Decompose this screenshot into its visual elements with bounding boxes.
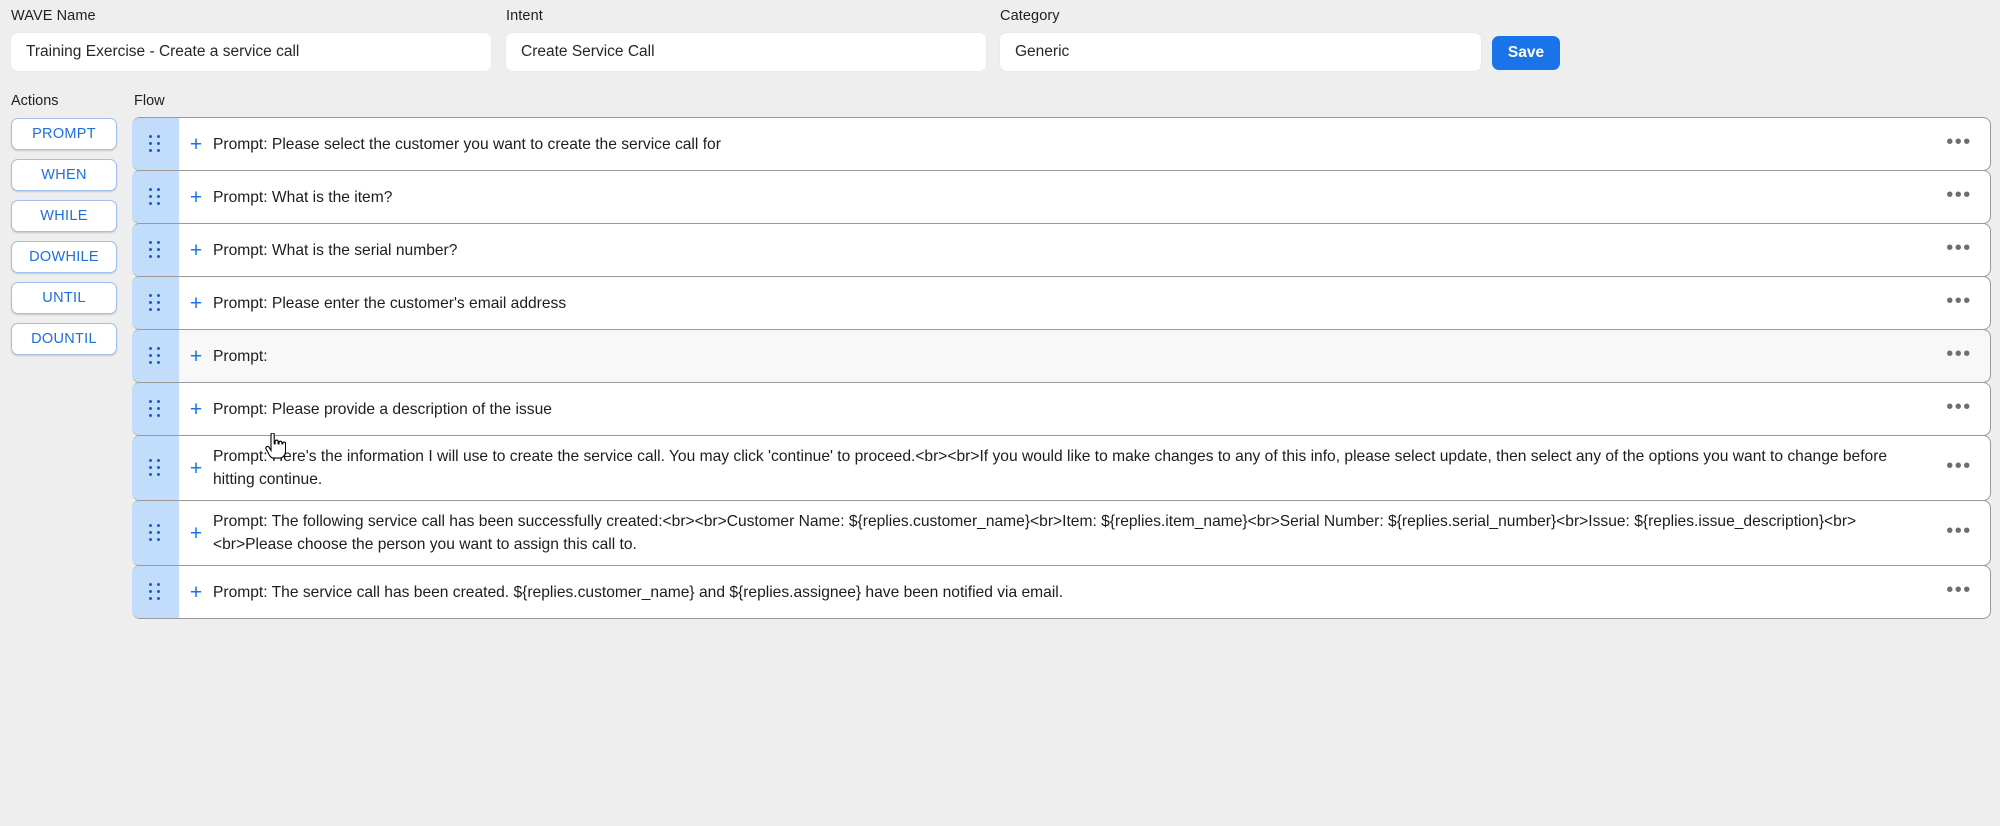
drag-handle-icon[interactable] (132, 171, 179, 223)
row-overflow-menu-icon[interactable]: ••• (1928, 118, 1990, 170)
add-step-plus-icon[interactable]: + (179, 582, 213, 603)
add-step-plus-icon[interactable]: + (179, 293, 213, 314)
row-overflow-menu-icon[interactable]: ••• (1928, 383, 1990, 435)
action-button-until[interactable]: UNTIL (11, 282, 117, 314)
add-step-plus-icon[interactable]: + (179, 134, 213, 155)
flow-row[interactable]: + Prompt: What is the item? ••• (132, 170, 1991, 224)
flow-row[interactable]: + Prompt: The following service call has … (132, 500, 1991, 566)
intent-field-group: Intent Create Service Call (506, 8, 986, 71)
add-step-plus-icon[interactable]: + (179, 240, 213, 261)
wave-name-field-group: WAVE Name Training Exercise - Create a s… (11, 8, 491, 71)
flow-row-text: Prompt: What is the item? (213, 188, 393, 206)
row-overflow-menu-icon[interactable]: ••• (1928, 330, 1990, 382)
flow-row-body: + Prompt: Please select the customer you … (179, 118, 1928, 170)
flow-row[interactable]: + Prompt: Please provide a description of… (132, 382, 1991, 436)
row-overflow-menu-glyph: ••• (1946, 396, 1972, 418)
drag-handle-icon[interactable] (132, 330, 179, 382)
row-overflow-menu-glyph: ••• (1946, 237, 1972, 259)
drag-handle-icon[interactable] (132, 383, 179, 435)
intent-input[interactable]: Create Service Call (506, 33, 986, 71)
flow-row-body: + Prompt: What is the item? (179, 171, 1928, 223)
row-overflow-menu-glyph: ••• (1946, 184, 1972, 206)
flow-row-text: Prompt: Please provide a description of … (213, 400, 552, 418)
drag-handle-icon[interactable] (132, 118, 179, 170)
flow-row[interactable]: + Prompt: Here's the information I will u… (132, 435, 1991, 501)
flow-row[interactable]: + Prompt: The service call has been creat… (132, 565, 1991, 619)
flow-row-text: Prompt: The service call has been create… (213, 583, 1064, 601)
add-step-plus-icon[interactable]: + (179, 399, 213, 420)
add-step-plus-icon[interactable]: + (179, 458, 213, 479)
row-overflow-menu-icon[interactable]: ••• (1928, 224, 1990, 276)
flow-row-body: + Prompt: (179, 330, 1928, 382)
flow-row-text: Prompt: What is the serial number? (213, 241, 458, 259)
flow-row-text: Prompt: The following service call has b… (213, 513, 1857, 553)
action-button-dowhile[interactable]: DOWHILE (11, 241, 117, 273)
flow-row[interactable]: + Prompt: Please enter the customer's ema… (132, 276, 1991, 330)
category-field-group: Category Generic (1000, 8, 1481, 71)
flow-heading: Flow (134, 93, 165, 109)
flow-row-body: + Prompt: Here's the information I will u… (179, 436, 1928, 500)
action-button-while[interactable]: WHILE (11, 200, 117, 232)
header-bar: WAVE Name Training Exercise - Create a s… (0, 0, 2000, 88)
flow-row-body: + Prompt: Please enter the customer's ema… (179, 277, 1928, 329)
save-button[interactable]: Save (1492, 36, 1560, 70)
flow-row-text: Prompt: (213, 347, 268, 365)
workspace: Actions PROMPT WHEN WHILE DOWHILE UNTIL DOUNT… (0, 88, 2000, 826)
row-overflow-menu-icon[interactable]: ••• (1928, 436, 1990, 500)
wave-name-input[interactable]: Training Exercise - Create a service cal… (11, 33, 491, 71)
flow-row-body: + Prompt: The following service call has … (179, 501, 1928, 565)
drag-handle-icon[interactable] (132, 501, 179, 565)
add-step-plus-icon[interactable]: + (179, 187, 213, 208)
flow-row-text: Prompt: Please enter the customer's emai… (213, 294, 567, 312)
flow-row[interactable]: + Prompt: Please select the customer you … (132, 117, 1991, 171)
category-input[interactable]: Generic (1000, 33, 1481, 71)
flow-row-body: + Prompt: Please provide a description of… (179, 383, 1928, 435)
row-overflow-menu-icon[interactable]: ••• (1928, 566, 1990, 618)
row-overflow-menu-glyph: ••• (1946, 290, 1972, 312)
row-overflow-menu-glyph: ••• (1946, 131, 1972, 153)
intent-label: Intent (506, 8, 543, 24)
flow-row-body: + Prompt: The service call has been creat… (179, 566, 1928, 618)
add-step-plus-icon[interactable]: + (179, 346, 213, 367)
drag-handle-icon[interactable] (132, 566, 179, 618)
drag-handle-icon[interactable] (132, 277, 179, 329)
row-overflow-menu-icon[interactable]: ••• (1928, 501, 1990, 565)
row-overflow-menu-glyph: ••• (1946, 520, 1972, 542)
flow-row-text: Prompt: Here's the information I will us… (213, 448, 1888, 488)
flow-row[interactable]: + Prompt: ••• (132, 329, 1991, 383)
flow-list: + Prompt: Please select the customer you … (130, 117, 2000, 619)
row-overflow-menu-glyph: ••• (1946, 579, 1972, 601)
flow-row-body: + Prompt: What is the serial number? (179, 224, 1928, 276)
action-button-dountil[interactable]: DOUNTIL (11, 323, 117, 355)
actions-list: PROMPT WHEN WHILE DOWHILE UNTIL DOUNTIL (0, 118, 130, 355)
actions-panel: Actions PROMPT WHEN WHILE DOWHILE UNTIL DOUNT… (0, 88, 130, 826)
wave-name-label: WAVE Name (11, 8, 96, 24)
add-step-plus-icon[interactable]: + (179, 523, 213, 544)
category-label: Category (1000, 8, 1060, 24)
row-overflow-menu-glyph: ••• (1946, 455, 1972, 477)
flow-row[interactable]: + Prompt: What is the serial number? ••• (132, 223, 1991, 277)
row-overflow-menu-icon[interactable]: ••• (1928, 171, 1990, 223)
drag-handle-icon[interactable] (132, 224, 179, 276)
actions-heading: Actions (11, 93, 59, 109)
drag-handle-icon[interactable] (132, 436, 179, 500)
action-button-prompt[interactable]: PROMPT (11, 118, 117, 150)
flow-panel: Flow + Prompt: Please select the customer… (130, 88, 2000, 826)
row-overflow-menu-icon[interactable]: ••• (1928, 277, 1990, 329)
row-overflow-menu-glyph: ••• (1946, 343, 1972, 365)
action-button-when[interactable]: WHEN (11, 159, 117, 191)
flow-row-text: Prompt: Please select the customer you w… (213, 135, 721, 153)
